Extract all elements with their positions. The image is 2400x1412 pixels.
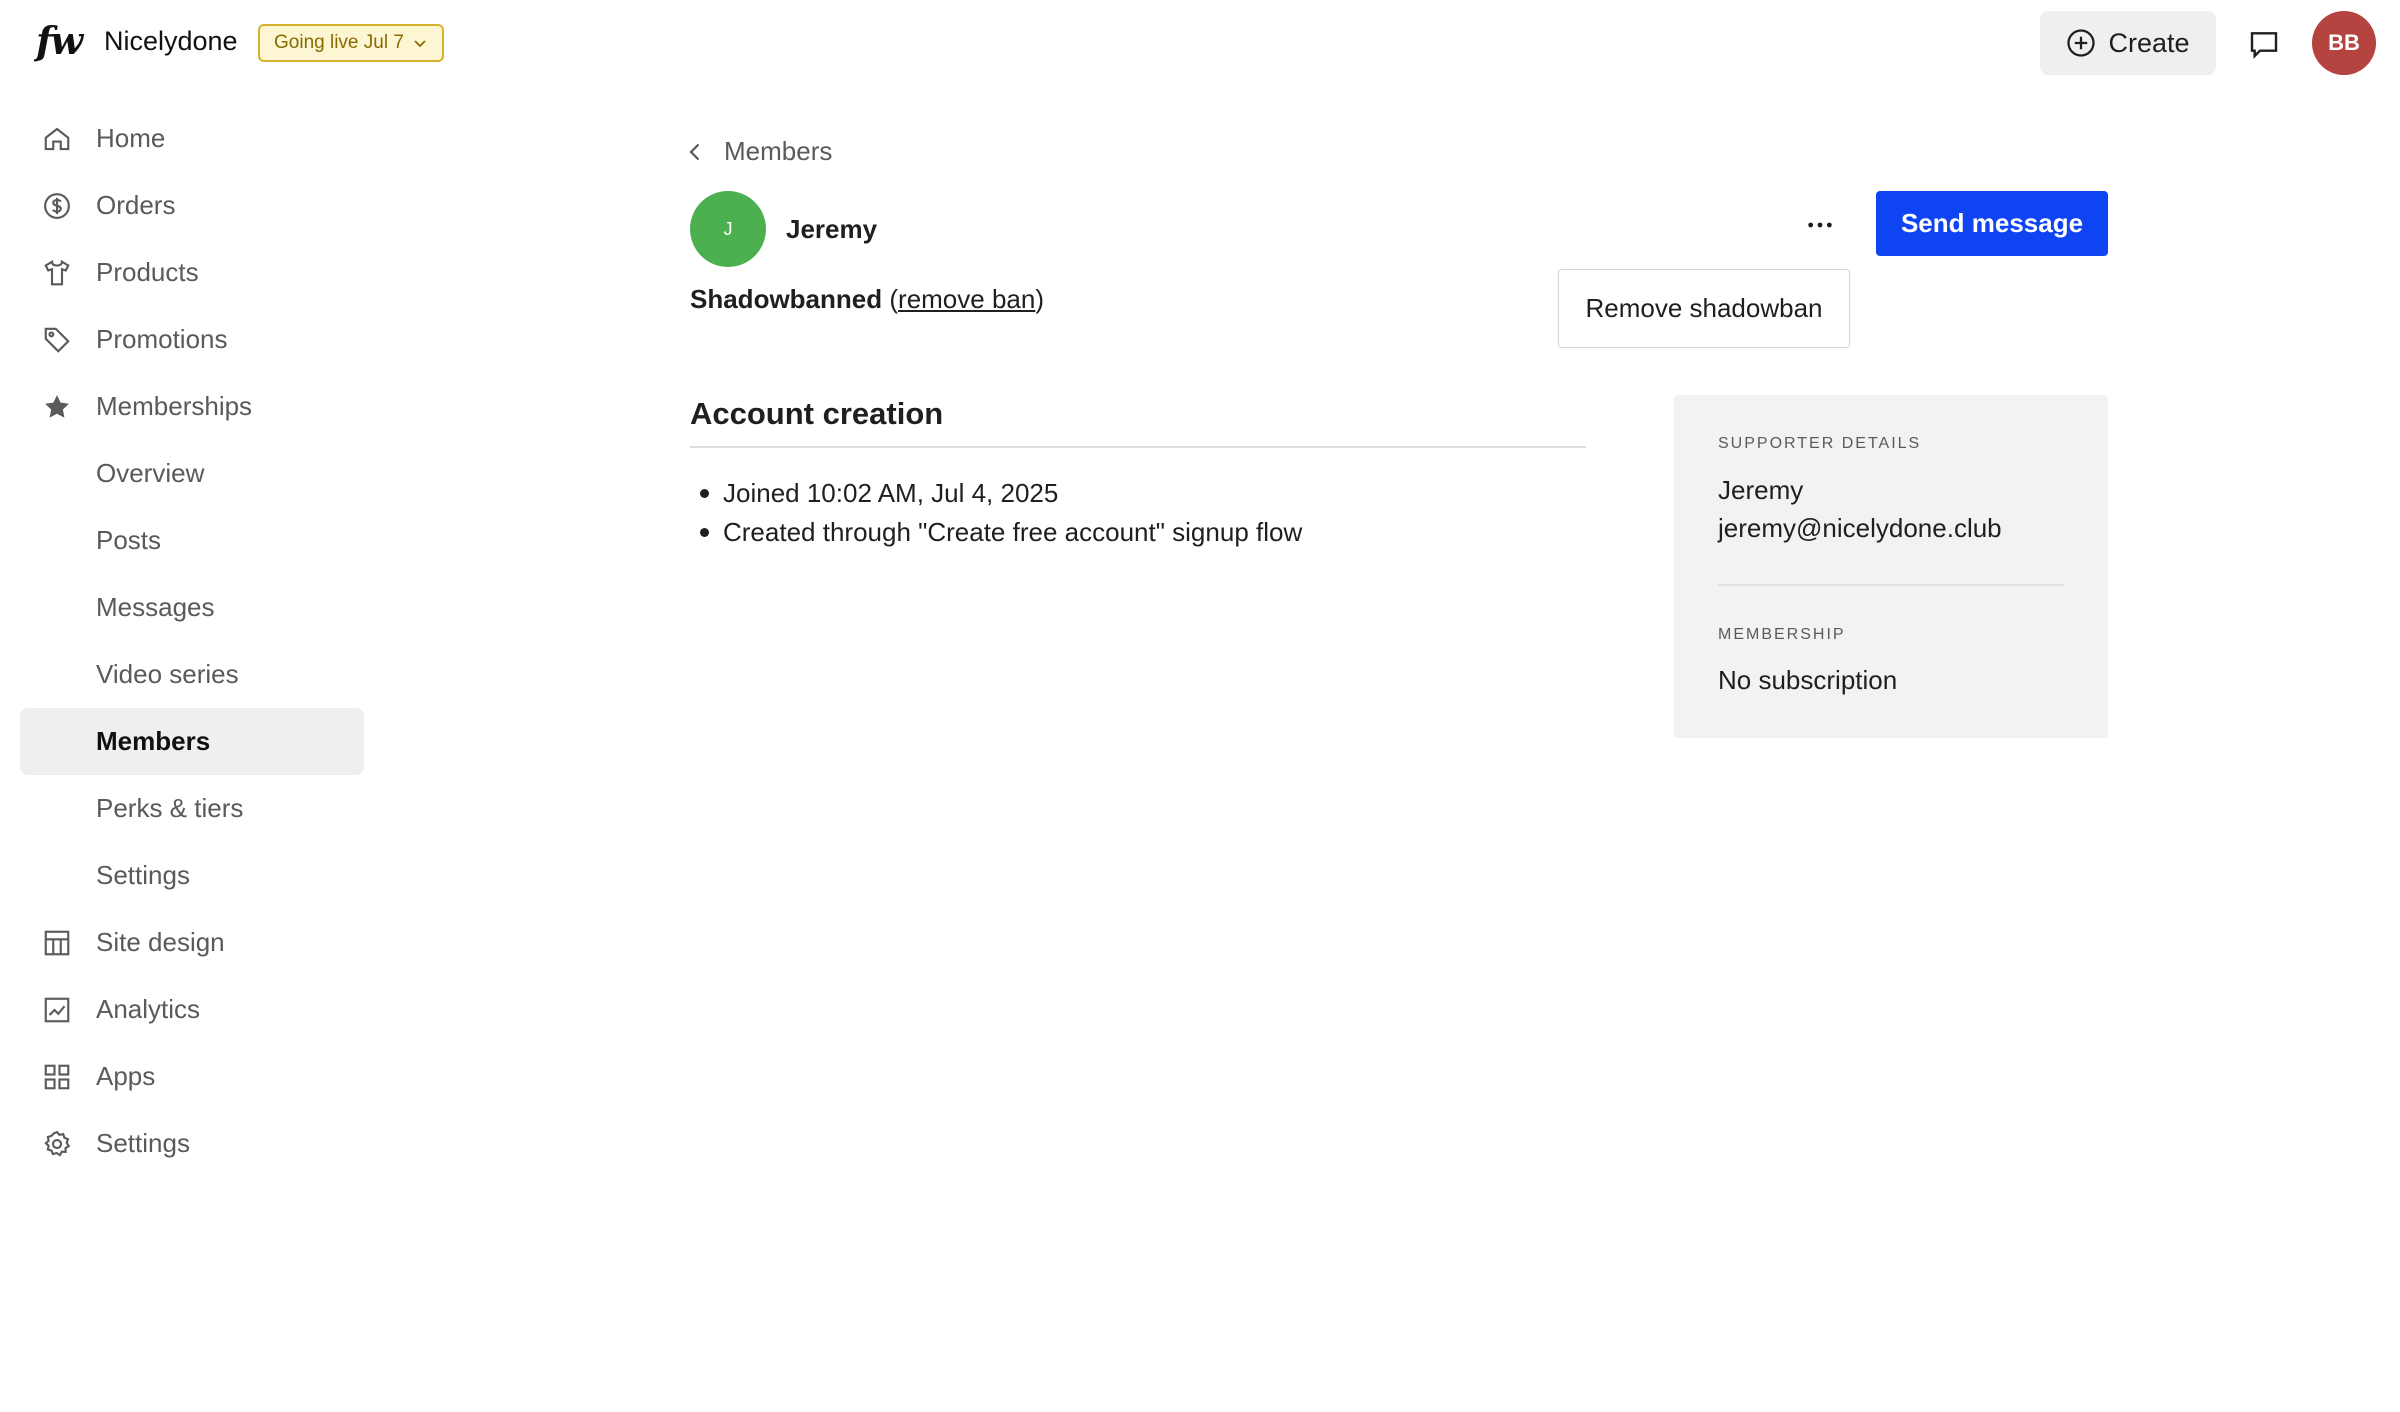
bullet-icon bbox=[700, 528, 709, 537]
card-divider bbox=[1718, 584, 2064, 586]
sidebar-subitem-posts[interactable]: Posts bbox=[0, 507, 380, 574]
grid-icon bbox=[44, 1064, 70, 1089]
tag-icon bbox=[44, 327, 70, 353]
chart-icon bbox=[44, 997, 70, 1022]
chevron-down-icon bbox=[414, 40, 426, 48]
layout-icon bbox=[44, 930, 70, 955]
sidebar-subitem-perks-tiers[interactable]: Perks & tiers bbox=[0, 775, 380, 842]
sidebar-subitem-settings[interactable]: Settings bbox=[0, 842, 380, 909]
member-options-menu: Remove shadowban bbox=[1558, 269, 1850, 348]
sidebar-item-label: Site design bbox=[96, 927, 225, 957]
ban-status: Shadowbanned (remove ban) bbox=[690, 284, 1044, 315]
sidebar-subitem-overview[interactable]: Overview bbox=[0, 440, 380, 507]
send-message-button[interactable]: Send message bbox=[1876, 191, 2108, 256]
member-avatar: J bbox=[690, 191, 766, 267]
launch-status-label: Going live Jul 7 bbox=[274, 32, 404, 53]
list-item: Joined 10:02 AM, Jul 4, 2025 bbox=[700, 474, 1302, 513]
star-icon bbox=[45, 394, 69, 418]
sidebar-item-memberships[interactable]: Memberships bbox=[0, 373, 380, 440]
sidebar-item-label: Home bbox=[96, 123, 166, 153]
supporter-name: Jeremy bbox=[1718, 475, 1804, 505]
sidebar-item-label: Products bbox=[96, 257, 199, 287]
sidebar-item-label: Posts bbox=[96, 525, 162, 555]
member-name: Jeremy bbox=[786, 214, 878, 244]
launch-status-pill[interactable]: Going live Jul 7 bbox=[258, 24, 444, 62]
sidebar-item-label: Analytics bbox=[96, 994, 201, 1024]
sidebar-subitem-messages[interactable]: Messages bbox=[0, 574, 380, 641]
sidebar: Home Orders Products Promotions Membersh… bbox=[0, 105, 380, 1177]
site-name[interactable]: Nicelydone bbox=[104, 26, 238, 57]
sidebar-subitem-members[interactable]: Members bbox=[20, 708, 364, 775]
sidebar-item-label: Members bbox=[96, 726, 211, 756]
shirt-icon bbox=[44, 259, 70, 285]
remove-shadowban-menu-item[interactable]: Remove shadowban bbox=[1559, 270, 1849, 347]
ban-status-label: Shadowbanned bbox=[690, 284, 883, 314]
account-creation-title: Account creation bbox=[690, 396, 944, 431]
fact-text: Joined 10:02 AM, Jul 4, 2025 bbox=[723, 478, 1059, 508]
dollar-circle-icon bbox=[44, 192, 70, 219]
sidebar-item-apps[interactable]: Apps bbox=[0, 1043, 380, 1110]
sidebar-item-label: Memberships bbox=[96, 391, 253, 421]
sidebar-item-promotions[interactable]: Promotions bbox=[0, 306, 380, 373]
gear-icon bbox=[44, 1130, 71, 1156]
account-creation-facts: Joined 10:02 AM, Jul 4, 2025 Created thr… bbox=[700, 474, 1302, 552]
sidebar-item-home[interactable]: Home bbox=[0, 105, 380, 172]
home-icon bbox=[44, 127, 70, 150]
fact-text: Created through "Create free account" si… bbox=[723, 517, 1303, 547]
chevron-left-icon bbox=[689, 143, 700, 160]
user-avatar[interactable]: BB bbox=[2312, 11, 2376, 75]
sidebar-item-label: Messages bbox=[96, 592, 215, 622]
brand-logo[interactable]: fw bbox=[36, 18, 83, 63]
section-divider bbox=[690, 446, 1586, 448]
sidebar-item-site-design[interactable]: Site design bbox=[0, 909, 380, 976]
supporter-details-caption: SUPPORTER DETAILS bbox=[1718, 435, 1922, 452]
ban-link-open-paren: ( bbox=[889, 284, 899, 314]
supporter-details-card: SUPPORTER DETAILS Jeremy jeremy@nicelydo… bbox=[1674, 395, 2108, 738]
sidebar-item-label: Overview bbox=[96, 458, 205, 488]
list-item: Created through "Create free account" si… bbox=[700, 513, 1302, 552]
sidebar-item-label: Video series bbox=[96, 659, 239, 689]
plus-circle-icon bbox=[2067, 29, 2096, 57]
more-horizontal-icon bbox=[1808, 222, 1832, 228]
back-to-members-link[interactable]: Members bbox=[686, 136, 832, 167]
sidebar-item-label: Promotions bbox=[96, 324, 228, 354]
more-options-button[interactable] bbox=[1800, 205, 1840, 245]
chat-bubble-icon bbox=[2250, 32, 2278, 59]
sidebar-item-settings[interactable]: Settings bbox=[0, 1110, 380, 1177]
sidebar-item-label: Settings bbox=[96, 1128, 190, 1158]
sidebar-item-products[interactable]: Products bbox=[0, 239, 380, 306]
membership-value: No subscription bbox=[1718, 665, 1898, 695]
create-label: Create bbox=[2108, 27, 2190, 58]
create-button[interactable]: Create bbox=[2040, 11, 2216, 75]
back-label: Members bbox=[724, 136, 833, 166]
ban-link-close-paren: ) bbox=[1035, 284, 1045, 314]
membership-caption: MEMBERSHIP bbox=[1718, 626, 1846, 643]
sidebar-item-label: Apps bbox=[96, 1061, 156, 1091]
sidebar-item-orders[interactable]: Orders bbox=[0, 172, 380, 239]
sidebar-item-analytics[interactable]: Analytics bbox=[0, 976, 380, 1043]
sidebar-item-label: Orders bbox=[96, 190, 176, 220]
sidebar-subitem-video-series[interactable]: Video series bbox=[0, 641, 380, 708]
messages-button[interactable] bbox=[2244, 24, 2284, 64]
top-bar: fw Nicelydone Going live Jul 7 Create BB bbox=[0, 0, 2400, 86]
sidebar-item-label: Perks & tiers bbox=[96, 793, 244, 823]
supporter-email: jeremy@nicelydone.club bbox=[1718, 513, 2002, 543]
sidebar-item-label: Settings bbox=[96, 860, 190, 890]
remove-ban-link[interactable]: remove ban bbox=[898, 284, 1035, 314]
bullet-icon bbox=[700, 489, 709, 498]
